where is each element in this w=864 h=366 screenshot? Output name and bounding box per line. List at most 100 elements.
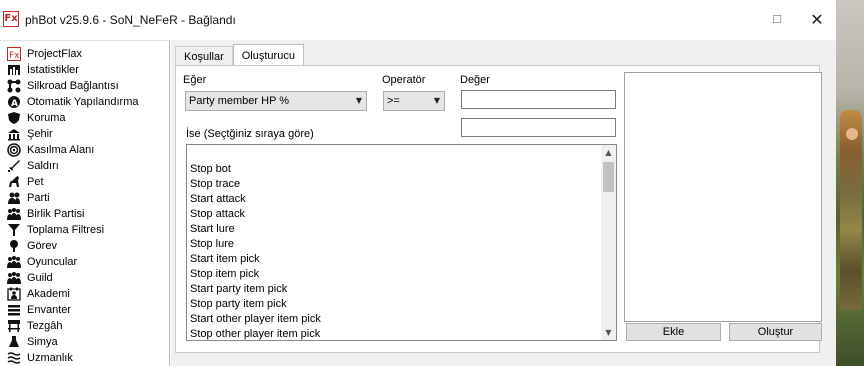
tab-strip: Koşullar Oluşturucu <box>175 44 304 66</box>
sidebar-item-players[interactable]: Oyuncular <box>0 254 169 270</box>
then-label: İse (Seçtğiniz sıraya göre) <box>186 128 314 140</box>
chevron-down-icon: ▼ <box>433 96 440 105</box>
sidebar-item-label: Toplama Filtresi <box>27 224 105 236</box>
list-item[interactable]: Stop trace <box>190 178 240 190</box>
sidebar-item-auto-config[interactable]: A Otomatik Yapılandırma <box>0 94 169 110</box>
svg-text:Fx: Fx <box>9 51 20 61</box>
sidebar-item-pick-filter[interactable]: Toplama Filtresi <box>0 222 169 238</box>
sidebar-item-expertise[interactable]: Uzmanlık <box>0 350 169 366</box>
actions-listbox[interactable]: Stop bot Stop trace Start attack Stop at… <box>186 144 617 341</box>
sidebar-item-protection[interactable]: Koruma <box>0 110 169 126</box>
inventory-icon <box>6 302 22 318</box>
shield-icon <box>6 110 22 126</box>
sidebar-item-guild[interactable]: Guild <box>0 270 169 286</box>
list-item[interactable]: Start attack <box>190 193 246 205</box>
main-panel: Koşullar Oluşturucu Eğer Party member HP… <box>171 40 836 366</box>
operator-label: Operatör <box>382 74 426 86</box>
fx-icon: Fx <box>6 46 22 62</box>
list-item[interactable]: Stop party item pick <box>190 298 287 310</box>
sidebar-item-city[interactable]: Şehir <box>0 126 169 142</box>
sidebar-item-label: Simya <box>27 336 58 348</box>
add-button[interactable]: Ekle <box>626 323 721 341</box>
sidebar-item-academy[interactable]: Akademi <box>0 286 169 302</box>
maximize-button[interactable]: ☐ <box>762 8 792 32</box>
create-button[interactable]: Oluştur <box>729 323 822 341</box>
network-icon <box>6 78 22 94</box>
sidebar-item-label: Görev <box>27 240 57 252</box>
window-title: phBot v25.9.6 - SoN_NeFeR - Bağlandı <box>25 13 236 27</box>
stats-icon <box>6 62 22 78</box>
value-input[interactable] <box>461 90 616 109</box>
list-item[interactable]: Stop bot <box>190 163 231 175</box>
sidebar-item-label: Kasılma Alanı <box>27 144 95 156</box>
svg-text:A: A <box>11 99 18 109</box>
sidebar-item-label: Oyuncular <box>27 256 78 268</box>
tab-builder[interactable]: Oluşturucu <box>232 44 304 66</box>
scroll-up-icon[interactable]: ▲ <box>601 145 616 160</box>
tab-conditions[interactable]: Koşullar <box>175 46 233 66</box>
conditions-output-list[interactable] <box>624 72 822 322</box>
sidebar-item-label: Otomatik Yapılandırma <box>27 96 139 108</box>
sidebar-item-alchemy[interactable]: Simya <box>0 334 169 350</box>
sidebar-item-label: Akademi <box>27 288 70 300</box>
scroll-thumb[interactable] <box>603 162 614 192</box>
sidebar-item-party[interactable]: Parti <box>0 190 169 206</box>
list-item[interactable]: Start party item pick <box>190 283 287 295</box>
title-bar: Fx phBot v25.9.6 - SoN_NeFeR - Bağlandı … <box>0 0 836 40</box>
if-condition-value: Party member HP % <box>189 95 290 107</box>
list-item[interactable]: Start lure <box>190 223 235 235</box>
auto-config-icon: A <box>6 94 22 110</box>
sword-icon <box>6 158 22 174</box>
list-item[interactable]: Stop item pick <box>190 268 259 280</box>
actions-scrollbar[interactable]: ▲ ▼ <box>601 145 616 340</box>
close-button[interactable]: ✕ <box>802 8 832 32</box>
sidebar-item-label: Uzmanlık <box>27 352 73 364</box>
sidebar-item-label: Silkroad Bağlantısı <box>27 80 119 92</box>
chevron-down-icon: ▼ <box>355 96 362 105</box>
operator-value: >= <box>387 95 400 107</box>
if-condition-select[interactable]: Party member HP % ▼ <box>185 91 367 111</box>
list-item[interactable]: Start other player item pick <box>190 313 321 325</box>
value-input-secondary[interactable] <box>461 118 616 137</box>
filter-icon <box>6 222 22 238</box>
sidebar-item-label: Saldırı <box>27 160 59 172</box>
game-character-face <box>846 128 858 140</box>
union-party-icon <box>6 206 22 222</box>
sidebar: Fx ProjectFlax İstatistikler Silkroad Ba… <box>0 40 170 366</box>
alchemy-icon <box>6 334 22 350</box>
sidebar-item-training-area[interactable]: Kasılma Alanı <box>0 142 169 158</box>
pet-icon <box>6 174 22 190</box>
quest-icon <box>6 238 22 254</box>
scroll-down-icon[interactable]: ▼ <box>601 325 616 340</box>
players-icon <box>6 254 22 270</box>
list-item[interactable]: Start item pick <box>190 253 260 265</box>
sidebar-item-label: Tezgâh <box>27 320 63 332</box>
operator-select[interactable]: >= ▼ <box>383 91 445 111</box>
city-icon <box>6 126 22 142</box>
sidebar-item-quest[interactable]: Görev <box>0 238 169 254</box>
stall-icon <box>6 318 22 334</box>
sidebar-item-label: Koruma <box>27 112 66 124</box>
sidebar-item-label: İstatistikler <box>27 64 79 76</box>
sidebar-item-label: Pet <box>27 176 44 188</box>
list-item[interactable]: Stop lure <box>190 238 234 250</box>
party-icon <box>6 190 22 206</box>
sidebar-item-pet[interactable]: Pet <box>0 174 169 190</box>
sidebar-item-union-party[interactable]: Birlik Partisi <box>0 206 169 222</box>
sidebar-item-label: Birlik Partisi <box>27 208 85 220</box>
guild-icon <box>6 270 22 286</box>
sidebar-item-stall[interactable]: Tezgâh <box>0 318 169 334</box>
sidebar-item-label: Şehir <box>27 128 53 140</box>
app-logo-icon: Fx <box>3 11 19 27</box>
sidebar-item-connection[interactable]: Silkroad Bağlantısı <box>0 78 169 94</box>
list-item[interactable]: Stop attack <box>190 208 245 220</box>
sidebar-item-inventory[interactable]: Envanter <box>0 302 169 318</box>
sidebar-item-projectflax[interactable]: Fx ProjectFlax <box>0 46 169 62</box>
sidebar-item-attack[interactable]: Saldırı <box>0 158 169 174</box>
expertise-icon <box>6 350 22 366</box>
list-item[interactable]: Stop other player item pick <box>190 328 320 340</box>
value-label: Değer <box>460 74 490 86</box>
academy-icon <box>6 286 22 302</box>
sidebar-item-statistics[interactable]: İstatistikler <box>0 62 169 78</box>
sidebar-item-label: ProjectFlax <box>27 48 83 60</box>
